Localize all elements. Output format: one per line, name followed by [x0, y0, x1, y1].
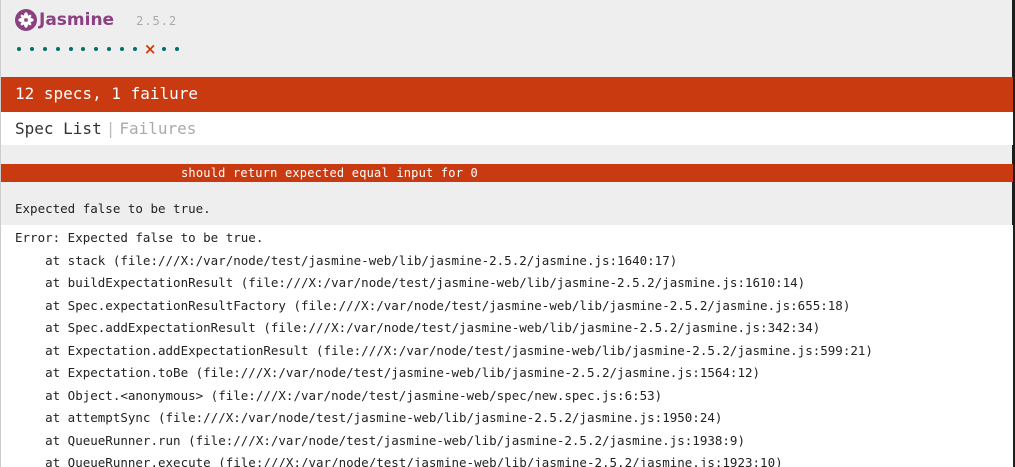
stack-trace-line: at QueueRunner.run (file:///X:/var/node/…: [15, 432, 745, 448]
spec-symbol-passed[interactable]: [94, 47, 99, 51]
spec-symbol-passed[interactable]: [162, 47, 167, 51]
results-menu: Spec List | Failures: [1, 112, 1013, 145]
spec-symbol-passed[interactable]: [107, 47, 112, 51]
spec-list-link[interactable]: Spec List: [15, 119, 102, 138]
failures-link[interactable]: Failures: [119, 119, 196, 138]
spec-symbol-passed[interactable]: [55, 47, 60, 51]
stack-trace-line: at buildExpectationResult (file:///X:/va…: [15, 275, 806, 290]
stack-trace-line: at QueueRunner.execute (file:///X:/var/n…: [15, 455, 783, 467]
stack-trace-line: at Object.<anonymous> (file:///X:/var/no…: [15, 387, 663, 403]
result-message: Expected false to be true.: [15, 201, 211, 216]
stack-trace-line: Error: Expected false to be true.: [15, 230, 264, 245]
stack-trace-line: at Spec.expectationResultFactory (file:/…: [15, 297, 851, 313]
spec-symbol-passed[interactable]: [81, 47, 86, 51]
stack-trace-line: at attemptSync (file:///X:/var/node/test…: [15, 410, 723, 425]
stack-trace-line: at Expectation.addExpectationResult (fil…: [15, 342, 873, 358]
failed-spec-label: should return expected equal input for 0: [181, 166, 478, 180]
summary-bar: 12 specs, 1 failure: [1, 77, 1013, 112]
stack-trace: Error: Expected false to be true. at sta…: [1, 225, 1013, 467]
spec-symbol-failed[interactable]: ×: [144, 40, 157, 58]
spec-symbol-passed[interactable]: [68, 47, 73, 51]
jasmine-title: Jasmine: [39, 10, 115, 30]
menu-separator: |: [105, 119, 116, 138]
summary-text: 12 specs, 1 failure: [15, 84, 199, 103]
stack-trace-line: at Spec.addExpectationResult (file:///X:…: [15, 320, 821, 335]
spec-symbol-passed[interactable]: [175, 47, 180, 51]
failed-spec-name[interactable]: should return expected equal input for 0: [1, 164, 1013, 182]
spec-symbol-passed[interactable]: [133, 47, 138, 51]
stack-trace-line: at Expectation.toBe (file:///X:/var/node…: [15, 365, 761, 380]
spec-symbol-passed[interactable]: [29, 47, 34, 51]
spec-symbol-passed[interactable]: [120, 47, 125, 51]
spec-symbols: ×: [17, 40, 188, 58]
spec-symbol-passed[interactable]: [17, 47, 21, 51]
jasmine-version: 2.5.2: [136, 14, 178, 28]
spec-symbol-passed[interactable]: [42, 47, 47, 51]
jasmine-reporter: Jasmine 2.5.2 × 12 specs, 1 failure Spec…: [0, 0, 1015, 467]
banner: Jasmine 2.5.2: [15, 9, 177, 31]
jasmine-flower-icon[interactable]: [15, 9, 37, 31]
stack-trace-line: at stack (file:///X:/var/node/test/jasmi…: [15, 252, 678, 268]
